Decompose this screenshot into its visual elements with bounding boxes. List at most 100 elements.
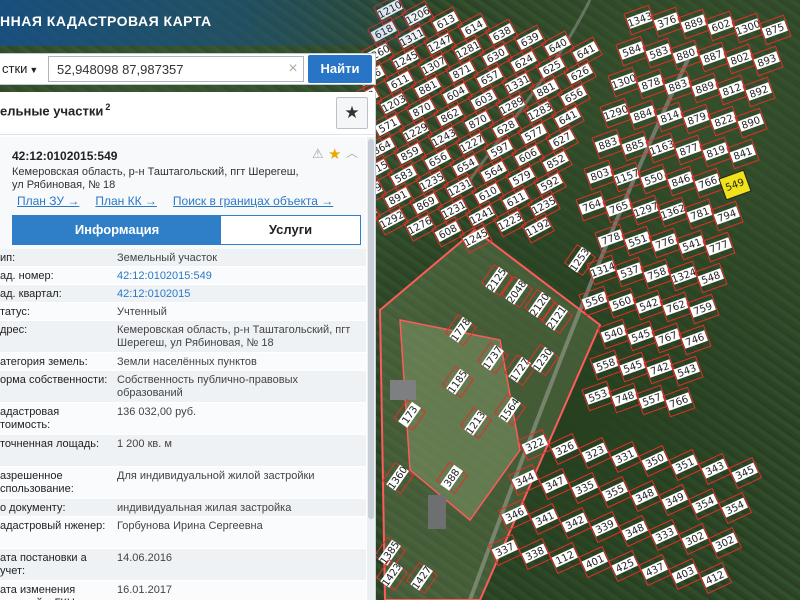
panel-scrollbar[interactable] — [367, 137, 375, 600]
parcel[interactable]: 550 — [637, 163, 671, 195]
tab-services[interactable]: Услуги — [221, 216, 360, 244]
parcel[interactable]: 401 — [577, 545, 613, 579]
parcel[interactable]: 764 — [575, 190, 609, 222]
parcel[interactable]: 545 — [616, 351, 650, 383]
parcel[interactable]: 339 — [587, 510, 623, 544]
parcel[interactable]: 557 — [635, 384, 669, 416]
parcel[interactable]: 558 — [589, 349, 623, 381]
attribute-value[interactable]: 42:12:0102015:549 — [117, 270, 357, 283]
parcel[interactable]: 883 — [661, 70, 695, 102]
parcel[interactable]: 841 — [726, 138, 760, 170]
parcel[interactable]: 349 — [657, 483, 693, 517]
parcel[interactable]: 348 — [617, 514, 653, 548]
parcel[interactable]: 1292 — [375, 204, 409, 236]
plan-zu-link[interactable]: План ЗУ → — [17, 194, 79, 208]
parcel[interactable]: 884 — [626, 99, 660, 131]
parcel[interactable]: 879 — [680, 103, 714, 135]
parcel[interactable]: 759 — [686, 293, 720, 325]
parcel[interactable]: 1362 — [656, 196, 690, 228]
parcel[interactable]: 822 — [707, 105, 741, 137]
parcel[interactable]: 112 — [547, 541, 583, 575]
parcel[interactable]: 326 — [547, 432, 583, 466]
parcel[interactable]: 541 — [675, 229, 709, 261]
parcel[interactable]: 354 — [687, 487, 723, 521]
parcel[interactable]: 781 — [683, 198, 717, 230]
parcel[interactable]: 748 — [608, 382, 642, 414]
parcel[interactable]: 560 — [605, 287, 639, 319]
parcel[interactable]: 553 — [581, 380, 615, 412]
parcel[interactable]: 345 — [727, 456, 763, 490]
parcel[interactable]: 766 — [691, 167, 725, 199]
parcel[interactable]: 537 — [613, 256, 647, 288]
parcel[interactable]: 403 — [667, 557, 703, 591]
parcel[interactable]: 766 — [662, 386, 696, 418]
parcel[interactable]: 883 — [591, 128, 625, 160]
parcel[interactable]: 1223 — [493, 206, 527, 238]
parcel[interactable]: 354 — [717, 491, 753, 525]
parcel[interactable]: 347 — [537, 467, 573, 501]
parcel[interactable]: 412 — [697, 561, 733, 595]
chevron-up-icon[interactable]: ︿ — [346, 144, 358, 161]
parcel[interactable]: 746 — [678, 324, 712, 356]
cadastral-number[interactable]: 42:12:0102015:549 — [12, 149, 117, 163]
parcel[interactable]: 351 — [667, 448, 703, 482]
close-icon[interactable]: × — [284, 60, 302, 78]
parcel[interactable]: 341 — [527, 502, 563, 536]
parcel[interactable]: 338 — [517, 537, 553, 571]
parcel[interactable]: 776 — [648, 227, 682, 259]
parcel[interactable]: 802 — [723, 43, 757, 75]
parcel[interactable]: 437 — [637, 553, 673, 587]
parcel[interactable]: 889 — [688, 72, 722, 104]
parcel[interactable]: 348 — [627, 479, 663, 513]
parcel[interactable]: 343 — [697, 452, 733, 486]
parcel[interactable]: 342 — [557, 506, 593, 540]
parcel[interactable]: 1192 — [521, 212, 555, 244]
attribute-value[interactable]: 42:12:0102015 — [117, 288, 357, 301]
parcel[interactable]: 765 — [602, 192, 636, 224]
tab-info[interactable]: Информация — [13, 216, 221, 244]
parcel[interactable]: 892 — [742, 76, 776, 108]
parcel[interactable]: 548 — [694, 262, 728, 294]
parcel[interactable]: 355 — [597, 475, 633, 509]
parcel[interactable]: 540 — [597, 318, 631, 350]
parcel[interactable]: 846 — [664, 165, 698, 197]
plan-kk-link[interactable]: План КК → — [95, 194, 157, 208]
parcel[interactable]: 777 — [702, 231, 736, 263]
parcel[interactable]: 1324 — [667, 260, 701, 292]
parcel[interactable]: 549 — [718, 169, 752, 201]
parcel[interactable]: 556 — [578, 285, 612, 317]
parcel[interactable]: 542 — [632, 289, 666, 321]
parcel[interactable]: 890 — [734, 107, 768, 139]
search-input[interactable] — [48, 56, 304, 82]
parcel[interactable]: 350 — [637, 444, 673, 478]
parcel[interactable]: 893 — [750, 45, 784, 77]
search-mode-dropdown[interactable]: стки ▼ — [0, 54, 46, 84]
parcel[interactable]: 545 — [624, 320, 658, 352]
parcel[interactable]: 331 — [607, 440, 643, 474]
scrollbar-thumb[interactable] — [368, 139, 374, 519]
parcel[interactable]: 1300 — [607, 66, 641, 98]
parcel[interactable]: 425 — [607, 549, 643, 583]
parcel[interactable]: 758 — [640, 258, 674, 290]
parcel[interactable]: 794 — [710, 200, 744, 232]
parcel[interactable]: 878 — [634, 68, 668, 100]
search-in-bounds-link[interactable]: Поиск в границах объекта → — [173, 194, 333, 208]
parcel[interactable]: 551 — [621, 225, 655, 257]
parcel[interactable]: 885 — [618, 130, 652, 162]
parcel[interactable]: 803 — [583, 159, 617, 191]
parcel[interactable]: 819 — [699, 136, 733, 168]
parcel[interactable]: 762 — [659, 291, 693, 323]
parcel[interactable]: 877 — [672, 134, 706, 166]
parcel[interactable]: 1297 — [629, 194, 663, 226]
parcel[interactable]: 302 — [707, 526, 743, 560]
parcel[interactable]: 767 — [651, 322, 685, 354]
parcel[interactable]: 543 — [670, 355, 704, 387]
parcel[interactable]: 323 — [577, 436, 613, 470]
find-button[interactable]: Найти — [308, 55, 372, 83]
parcel[interactable]: 742 — [643, 353, 677, 385]
parcel[interactable]: 812 — [715, 74, 749, 106]
parcel[interactable]: 333 — [647, 518, 683, 552]
parcel[interactable]: 335 — [567, 471, 603, 505]
parcel[interactable]: 1276 — [403, 210, 437, 242]
parcel[interactable]: 778 — [594, 223, 628, 255]
